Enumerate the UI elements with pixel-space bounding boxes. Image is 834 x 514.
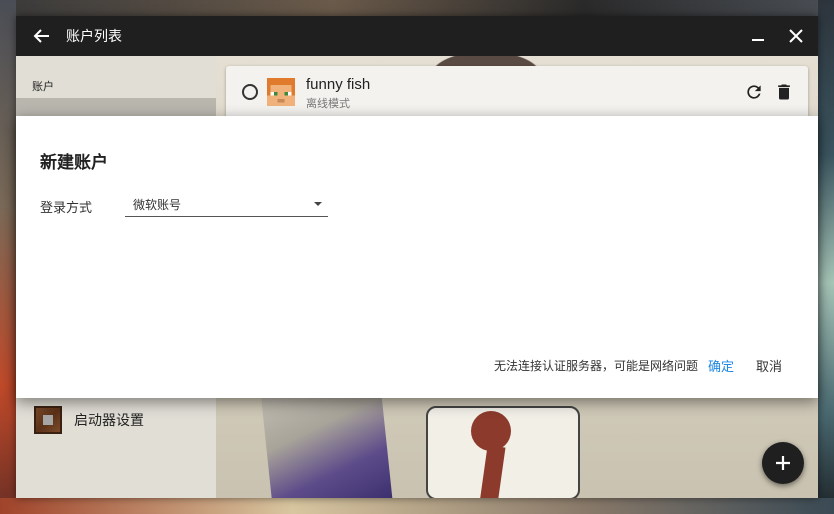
- dialog-title: 新建账户: [40, 153, 108, 173]
- minimize-icon[interactable]: [748, 26, 768, 46]
- account-name: funny fish: [306, 76, 371, 93]
- back-arrow-icon[interactable]: [32, 26, 52, 46]
- title-bar: 账户列表: [16, 16, 818, 56]
- desktop-wallpaper-top: [0, 0, 834, 16]
- desktop-wallpaper-right: [818, 0, 834, 514]
- window-controls: [748, 26, 806, 46]
- cancel-button[interactable]: 取消: [756, 356, 782, 375]
- trash-icon[interactable]: [774, 81, 794, 103]
- desktop-wallpaper-left: [0, 0, 16, 514]
- add-account-button[interactable]: [762, 442, 804, 484]
- command-block-icon: [34, 406, 62, 434]
- error-message: 无法连接认证服务器，可能是网络问题: [494, 359, 699, 373]
- account-mode: 离线模式: [306, 97, 350, 110]
- refresh-icon[interactable]: [744, 82, 764, 102]
- new-account-dialog: 新建账户 登录方式 微软账号 无法连接认证服务器，可能是网络问题 确定 取消: [16, 116, 818, 398]
- chevron-down-icon: [314, 202, 322, 206]
- close-icon[interactable]: [786, 26, 806, 46]
- account-card[interactable]: funny fish 离线模式: [226, 66, 808, 118]
- desktop-wallpaper-bottom: [0, 498, 834, 514]
- sidebar-section-label: 账户: [32, 78, 186, 99]
- login-method-value: 微软账号: [133, 198, 182, 212]
- window-title: 账户列表: [66, 28, 122, 44]
- login-method-select[interactable]: 微软账号: [125, 192, 328, 217]
- account-select-radio[interactable]: [242, 84, 258, 100]
- sidebar-item-label: 启动器设置: [74, 413, 144, 429]
- player-skin-avatar: [267, 78, 295, 106]
- plus-icon: [776, 456, 790, 470]
- login-method-label: 登录方式: [40, 201, 93, 216]
- sidebar-item-launcher-settings[interactable]: 启动器设置: [34, 406, 144, 434]
- confirm-button[interactable]: 确定: [708, 356, 734, 375]
- illustration-bow: [471, 411, 511, 451]
